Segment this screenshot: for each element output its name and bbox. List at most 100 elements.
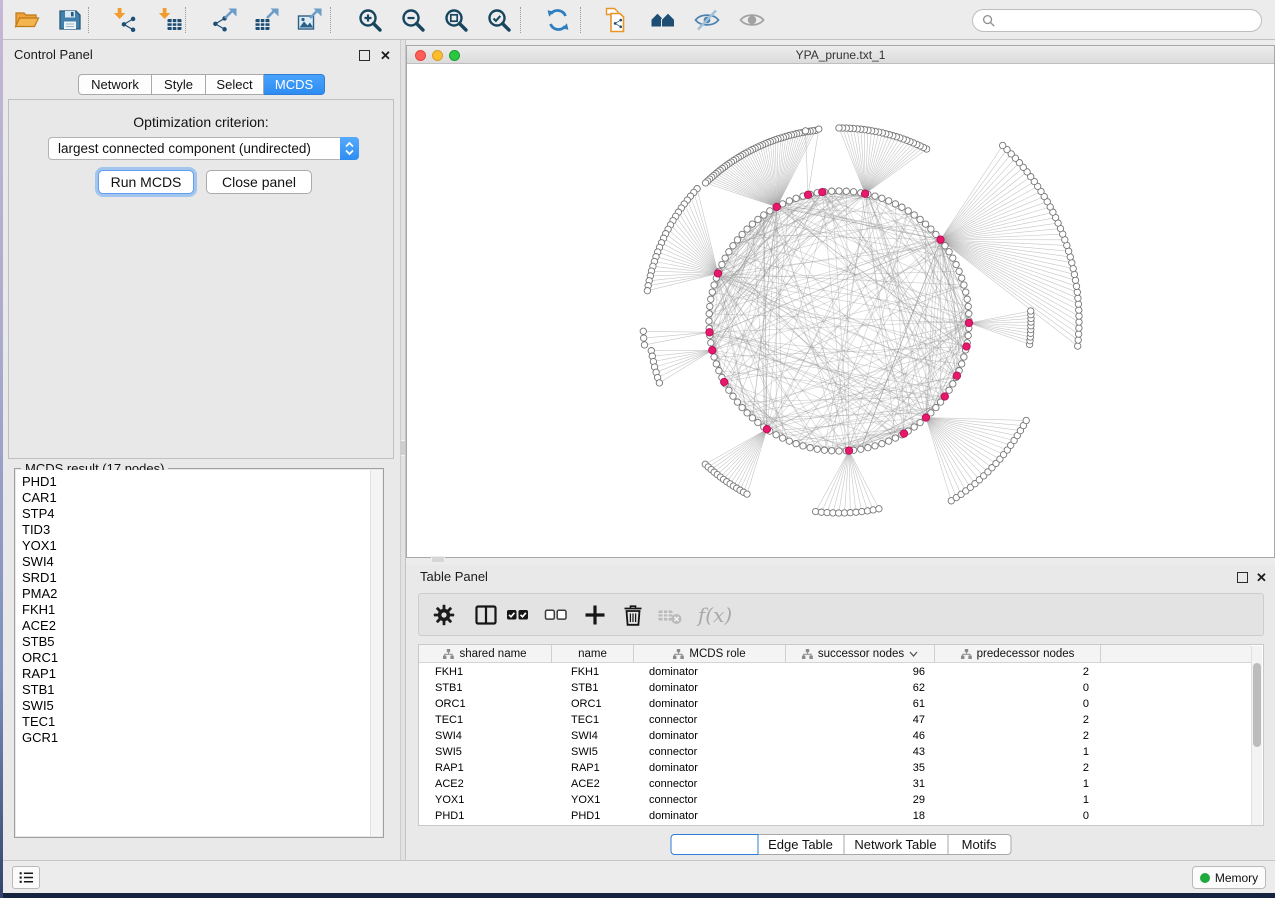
save-session-button[interactable]	[55, 5, 85, 35]
toolbar-separator	[185, 7, 186, 33]
horizontal-splitter-grabber[interactable]	[431, 556, 445, 563]
toolbar-separator	[330, 7, 331, 33]
mcds-result-node[interactable]: GCR1	[22, 730, 370, 746]
table-row[interactable]: YOX1YOX1connector291	[419, 792, 1251, 808]
import-table-button[interactable]	[155, 5, 185, 35]
mcds-result-node[interactable]: TID3	[22, 522, 370, 538]
table-row[interactable]: RAP1RAP1dominator352	[419, 760, 1251, 776]
mcds-result-node[interactable]: ACE2	[22, 618, 370, 634]
table-row[interactable]: STB1STB1dominator620	[419, 680, 1251, 696]
mcds-result-scrollbar[interactable]	[370, 470, 382, 836]
node-table-header: shared namenameMCDS rolesuccessor nodesp…	[419, 645, 1251, 663]
table-panel: Table Panel ✕ f(x) shared namenameMCDS r…	[406, 565, 1275, 860]
node-table-body: FKH1FKH1dominator962STB1STB1dominator620…	[419, 664, 1251, 824]
mcds-result-node[interactable]: CAR1	[22, 490, 370, 506]
control-panel-float-icon[interactable]	[359, 50, 370, 61]
select-all-button[interactable]	[504, 601, 532, 629]
new-network-from-selection-button[interactable]	[600, 5, 630, 35]
tab-edge-table[interactable]: Edge Table	[758, 834, 844, 855]
show-all-button[interactable]	[737, 5, 767, 35]
export-network-button[interactable]	[210, 5, 240, 35]
column-header-MCDS-role[interactable]: MCDS role	[634, 645, 786, 663]
mcds-result-node[interactable]: YOX1	[22, 538, 370, 554]
add-column-button[interactable]	[581, 601, 609, 629]
mcds-result-node[interactable]: TEC1	[22, 714, 370, 730]
node-table-scrollbar-thumb[interactable]	[1253, 663, 1261, 747]
network-canvas[interactable]	[407, 64, 1274, 557]
network-window-titlebar[interactable]: YPA_prune.txt_1	[407, 46, 1274, 64]
table-row[interactable]: TEC1TEC1connector472	[419, 712, 1251, 728]
table-row[interactable]: FKH1FKH1dominator962	[419, 664, 1251, 680]
node-table-scrollbar[interactable]	[1251, 646, 1262, 825]
table-row[interactable]: SWI5SWI5connector431	[419, 744, 1251, 760]
zoom-fit-button[interactable]	[441, 5, 471, 35]
mcds-result-node[interactable]: SWI5	[22, 698, 370, 714]
mcds-result-node[interactable]: PMA2	[22, 586, 370, 602]
panel-menu-button[interactable]	[12, 866, 40, 889]
function-builder-button[interactable]: f(x)	[701, 601, 729, 629]
mcds-result-node[interactable]: PHD1	[22, 474, 370, 490]
memory-button[interactable]: Memory	[1192, 866, 1266, 889]
search-field[interactable]	[972, 9, 1262, 32]
toolbar-separator	[580, 7, 581, 33]
fx-icon: f(x)	[698, 603, 732, 627]
table-panel-tabs: Node TableEdge TableNetwork TableMotifs	[670, 834, 1011, 855]
tab-node-table[interactable]: Node Table	[670, 834, 758, 855]
gear-button[interactable]	[430, 601, 458, 629]
deselect-all-button[interactable]	[542, 601, 570, 629]
tab-network[interactable]: Network	[78, 74, 152, 95]
hide-selected-button[interactable]	[692, 5, 722, 35]
mcds-result-node[interactable]: RAP1	[22, 666, 370, 682]
zoom-in-button[interactable]	[355, 5, 385, 35]
sort-desc-icon	[909, 651, 918, 657]
network-window-title: YPA_prune.txt_1	[407, 48, 1274, 62]
refresh-network-button[interactable]	[543, 5, 573, 35]
mcds-result-node[interactable]: SWI4	[22, 554, 370, 570]
tab-mcds[interactable]: MCDS	[264, 74, 325, 95]
table-row[interactable]: ACE2ACE2connector311	[419, 776, 1251, 792]
column-header-successor-nodes[interactable]: successor nodes	[786, 645, 935, 663]
mcds-result-node[interactable]: FKH1	[22, 602, 370, 618]
mcds-result-node[interactable]: STB1	[22, 682, 370, 698]
memory-button-label: Memory	[1215, 871, 1258, 885]
mcds-result-list[interactable]: PHD1CAR1STP4TID3YOX1SWI4SRD1PMA2FKH1ACE2…	[16, 470, 370, 836]
status-bar: Memory	[3, 860, 1275, 893]
table-row[interactable]: SWI4SWI4dominator462	[419, 728, 1251, 744]
tab-select[interactable]: Select	[206, 74, 264, 95]
table-row[interactable]: PHD1PHD1dominator180	[419, 808, 1251, 824]
run-mcds-button[interactable]: Run MCDS	[98, 170, 194, 194]
vertical-splitter-grabber[interactable]	[401, 440, 405, 456]
zoom-selected-button[interactable]	[484, 5, 514, 35]
mcds-result-node[interactable]: ORC1	[22, 650, 370, 666]
mcds-result-node[interactable]: STB5	[22, 634, 370, 650]
control-panel-close-icon[interactable]: ✕	[380, 50, 391, 61]
export-table-button[interactable]	[252, 5, 282, 35]
import-network-button[interactable]	[110, 5, 140, 35]
column-header-shared-name[interactable]: shared name	[419, 645, 552, 663]
toolbar-separator	[520, 7, 521, 33]
tab-style[interactable]: Style	[152, 74, 206, 95]
column-header-name[interactable]: name	[552, 645, 634, 663]
criterion-select[interactable]: largest connected component (undirected)	[48, 137, 359, 160]
delete-table-button[interactable]	[656, 601, 684, 629]
close-panel-button[interactable]: Close panel	[206, 170, 312, 194]
mcds-result-groupbox: MCDS result (17 nodes) PHD1CAR1STP4TID3Y…	[14, 468, 384, 838]
split-columns-button[interactable]	[472, 601, 500, 629]
tab-motifs[interactable]: Motifs	[948, 834, 1011, 855]
zoom-out-button[interactable]	[398, 5, 428, 35]
desktop: { "toolbar": { "groups": [ ["open-file",…	[0, 0, 1275, 898]
tab-network-table[interactable]: Network Table	[844, 834, 948, 855]
org-icon	[673, 649, 684, 659]
table-panel-close-icon[interactable]: ✕	[1256, 572, 1267, 583]
first-neighbors-button[interactable]	[648, 5, 678, 35]
column-header-predecessor-nodes[interactable]: predecessor nodes	[935, 645, 1101, 663]
export-image-button[interactable]	[295, 5, 325, 35]
org-icon	[961, 649, 972, 659]
mcds-result-node[interactable]: STP4	[22, 506, 370, 522]
table-row[interactable]: ORC1ORC1dominator610	[419, 696, 1251, 712]
delete-column-button[interactable]	[619, 601, 647, 629]
table-panel-float-icon[interactable]	[1237, 572, 1248, 583]
search-input[interactable]	[996, 11, 1261, 30]
open-file-button[interactable]	[12, 5, 42, 35]
mcds-result-node[interactable]: SRD1	[22, 570, 370, 586]
